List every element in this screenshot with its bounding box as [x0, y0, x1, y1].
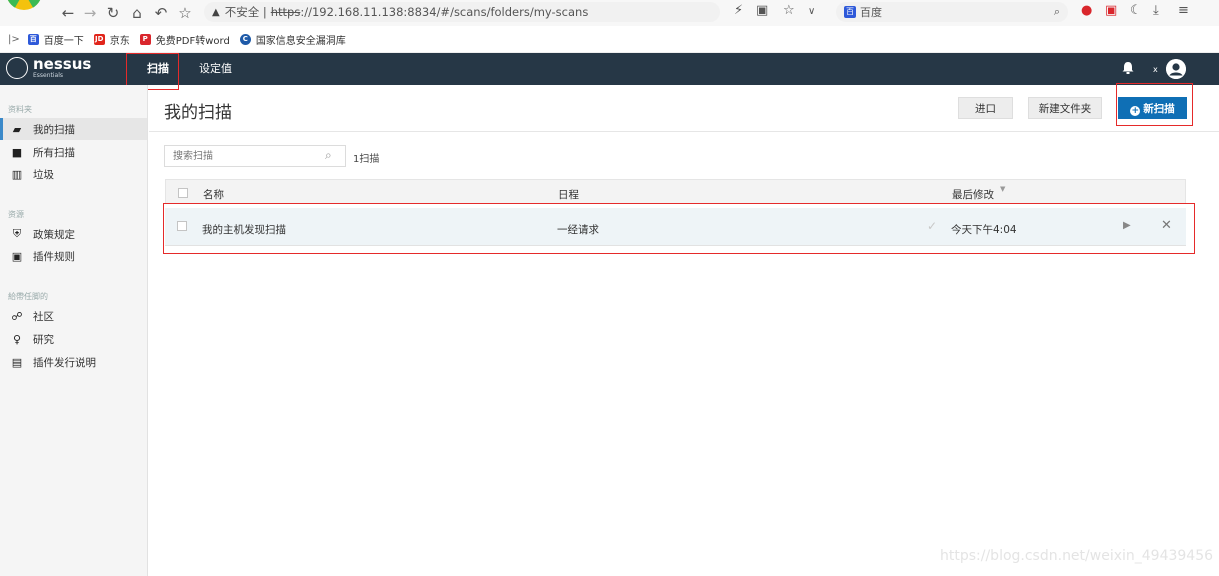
- watermark: https://blog.csdn.net/weixin_49439456: [940, 548, 1214, 564]
- user-avatar-icon[interactable]: [1166, 59, 1186, 79]
- sidebar: 资料夹 ▰ 我的扫描 ■ 所有扫描 ▥ 垃圾 资源 ⛨ 政策规定 ▣ 插件规则 …: [0, 85, 148, 576]
- folder-open-icon: ▰: [12, 122, 22, 136]
- warning-icon: ▲: [212, 6, 220, 18]
- sidebar-item-trash[interactable]: ▥ 垃圾: [0, 163, 147, 185]
- sidebar-item-label: 插件规则: [33, 250, 75, 263]
- sidebar-item-label: 插件发行说明: [33, 356, 96, 369]
- search-icon[interactable]: ⌕: [1054, 5, 1060, 19]
- new-folder-button[interactable]: 新建文件夹: [1028, 97, 1102, 119]
- bookmarks-bar: |> 百 百度一下 JD 京东 P 免费PDF转word C 国家信息安全漏洞库: [0, 26, 1219, 53]
- pdf-icon[interactable]: ▣: [1105, 3, 1117, 18]
- app-top-nav: nessus Essentials 扫描 设定值 x: [0, 53, 1219, 85]
- sidebar-item-label: 研究: [33, 333, 54, 346]
- column-last-modified[interactable]: 最后修改: [952, 187, 994, 202]
- search-input[interactable]: [164, 145, 346, 167]
- bookmark-cnnvd[interactable]: C 国家信息安全漏洞库: [239, 32, 346, 47]
- nessus-logo[interactable]: nessus Essentials: [6, 57, 91, 79]
- divider: [149, 131, 1219, 132]
- sidebar-item-my-scans[interactable]: ▰ 我的扫描: [0, 118, 147, 140]
- lightbulb-icon: ♀: [12, 332, 22, 346]
- sidebar-item-policies[interactable]: ⛨ 政策规定: [0, 223, 147, 245]
- extension-icon[interactable]: ●: [1081, 3, 1092, 18]
- star-icon[interactable]: ☆: [176, 4, 194, 22]
- plugin-rules-icon: ▣: [11, 249, 23, 263]
- reload-icon[interactable]: ↻: [104, 4, 122, 22]
- column-schedule[interactable]: 日程: [558, 187, 579, 202]
- bookmark-label: 京东: [109, 35, 130, 47]
- folder-icon: ■: [11, 145, 23, 159]
- search-engine-label: 百度: [860, 6, 882, 19]
- home-icon[interactable]: ⌂: [128, 4, 146, 22]
- tab-settings[interactable]: 设定值: [199, 53, 232, 85]
- sidebar-item-label: 垃圾: [33, 168, 54, 181]
- bookmark-baidu[interactable]: 百 百度一下: [27, 32, 84, 47]
- search-engine-box[interactable]: 百 百度 ⌕: [836, 2, 1068, 22]
- moon-icon[interactable]: ☾: [1130, 3, 1142, 18]
- table-header: 名称 日程 最后修改 ▼: [165, 179, 1186, 204]
- baidu-bookmark-icon: 百: [27, 33, 39, 45]
- logo-text: nessus: [33, 55, 92, 73]
- sidebar-item-all-scans[interactable]: ■ 所有扫描: [0, 141, 147, 163]
- new-scan-highlight: [1116, 83, 1193, 126]
- sidebar-item-label: 所有扫描: [33, 146, 75, 159]
- sidebar-item-label: 我的扫描: [33, 123, 75, 136]
- sidebar-section-folders: 资料夹: [8, 105, 32, 114]
- nessus-hexagon-icon: [6, 57, 28, 79]
- document-icon: ▤: [11, 355, 23, 369]
- search-icon[interactable]: ⌕: [325, 148, 332, 163]
- row-highlight: [163, 203, 1195, 254]
- shield-icon: ⛨: [12, 227, 22, 240]
- bookmark-label: 国家信息安全漏洞库: [255, 35, 346, 47]
- url-path: ://192.168.11.138:8834/#/scans/folders/m…: [300, 5, 589, 19]
- address-bar[interactable]: ▲ 不安全 | https ://192.168.11.138:8834/#/s…: [204, 2, 720, 22]
- chevron-down-icon[interactable]: ∨: [808, 6, 815, 17]
- insecure-label: 不安全 |: [224, 5, 267, 19]
- sidebar-item-label: 政策规定: [33, 228, 75, 241]
- bookmark-label: 百度一下: [43, 35, 84, 47]
- sidebar-toggle-icon[interactable]: |>: [8, 34, 20, 45]
- back-icon[interactable]: ←: [59, 4, 77, 22]
- cnnvd-bookmark-icon: C: [239, 33, 251, 45]
- user-name[interactable]: x: [1153, 65, 1158, 74]
- bookmark-label: 免费PDF转word: [155, 35, 230, 47]
- bookmark-jd[interactable]: JD 京东: [93, 32, 130, 47]
- jd-bookmark-icon: JD: [93, 33, 105, 45]
- column-name[interactable]: 名称: [203, 187, 224, 202]
- sidebar-section-resources: 资源: [8, 210, 24, 219]
- bookmark-pdf[interactable]: P 免费PDF转word: [139, 32, 230, 47]
- sidebar-item-label: 社区: [33, 310, 54, 323]
- url-scheme: https: [270, 5, 301, 19]
- bookmark-star-icon[interactable]: ☆: [783, 3, 795, 18]
- sidebar-item-community[interactable]: ☍ 社区: [0, 305, 147, 327]
- forward-icon[interactable]: →: [81, 4, 99, 22]
- bell-icon[interactable]: [1121, 61, 1135, 75]
- sort-desc-icon[interactable]: ▼: [1000, 185, 1005, 193]
- lightning-icon[interactable]: ⚡: [734, 3, 743, 18]
- translate-icon[interactable]: ▣: [756, 3, 768, 18]
- sidebar-item-research[interactable]: ♀ 研究: [0, 328, 147, 350]
- community-icon: ☍: [11, 309, 23, 323]
- trash-icon: ▥: [11, 167, 23, 181]
- sidebar-item-release-notes[interactable]: ▤ 插件发行说明: [0, 351, 147, 373]
- undo-icon[interactable]: ↶: [152, 4, 170, 22]
- sidebar-item-plugin-rules[interactable]: ▣ 插件规则: [0, 245, 147, 267]
- select-all-checkbox[interactable]: [178, 188, 188, 198]
- page-title: 我的扫描: [164, 103, 232, 123]
- menu-icon[interactable]: ≡: [1178, 3, 1189, 18]
- baidu-icon: 百: [844, 6, 856, 18]
- scan-count: 1扫描: [353, 154, 380, 165]
- download-icon[interactable]: ⤓: [1153, 3, 1159, 18]
- pdf-bookmark-icon: P: [139, 33, 151, 45]
- sidebar-section-tenable: 給帶任脚的: [8, 292, 48, 301]
- logo-subtitle: Essentials: [33, 72, 64, 79]
- browser-logo-icon: [4, 0, 44, 16]
- browser-toolbar: ← → ↻ ⌂ ↶ ☆ ▲ 不安全 | https ://192.168.11.…: [0, 0, 1219, 26]
- import-button[interactable]: 进口: [958, 97, 1013, 119]
